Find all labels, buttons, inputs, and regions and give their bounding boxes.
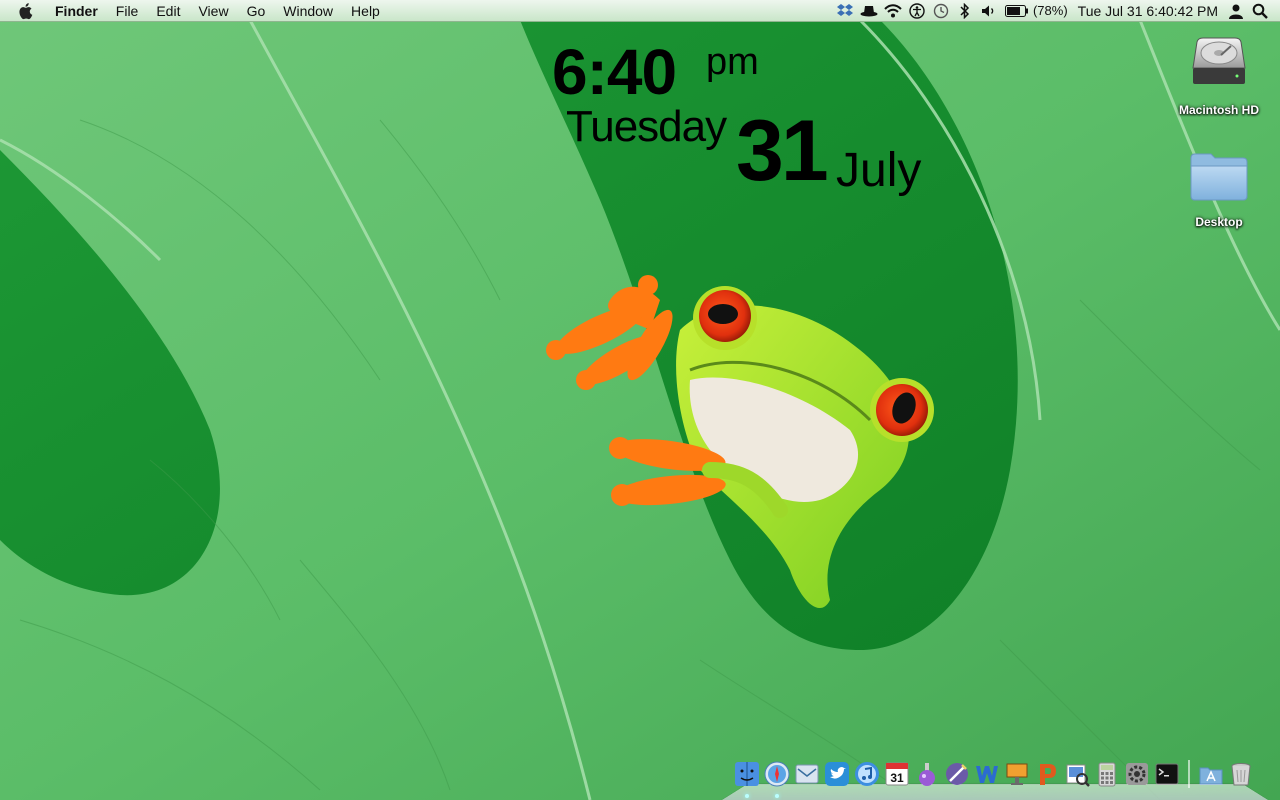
desktop-icon-label: Macintosh HD [1178, 103, 1259, 117]
clock-weekday: Tuesday [566, 102, 727, 151]
mail-icon[interactable] [794, 760, 820, 788]
keynote-icon[interactable] [1004, 760, 1030, 788]
system-preferences-icon[interactable] [1124, 760, 1150, 788]
ical-icon[interactable]: 31 [884, 760, 910, 788]
clock-ampm: pm [706, 41, 759, 83]
menu-edit[interactable]: Edit [147, 0, 189, 22]
finder-icon[interactable] [734, 760, 760, 788]
clock-time: 6:40 [552, 36, 677, 108]
trash-icon[interactable] [1228, 760, 1254, 788]
menu-go[interactable]: Go [238, 0, 275, 22]
battery-icon [1004, 4, 1028, 17]
battery-percent: (78%) [1032, 3, 1068, 18]
twitter-icon[interactable] [824, 760, 850, 788]
applications-folder-icon[interactable] [1198, 760, 1224, 788]
folder-icon [1190, 153, 1248, 201]
hard-drive-icon [1192, 37, 1246, 84]
dock-separator [1188, 760, 1190, 788]
ical-day-number: 31 [890, 771, 904, 785]
battery-status[interactable]: (78%) [1001, 3, 1072, 18]
app-menu-finder[interactable]: Finder [46, 0, 107, 22]
hat-icon[interactable] [857, 0, 881, 22]
clock-day: 31 [736, 103, 829, 199]
terminal-icon[interactable] [1154, 760, 1180, 788]
user-icon[interactable] [1224, 0, 1248, 22]
menu-bar: Finder File Edit View Go Window Help (78… [0, 0, 1280, 22]
menubar-clock[interactable]: Tue Jul 31 6:40:42 PM [1072, 0, 1224, 22]
accessibility-icon[interactable] [905, 0, 929, 22]
preview-icon[interactable] [1064, 760, 1090, 788]
sketch-icon[interactable] [944, 760, 970, 788]
bluetooth-icon[interactable] [953, 0, 977, 22]
clock-month: July [836, 144, 922, 197]
spotlight-icon[interactable] [1248, 0, 1272, 22]
calculator-icon[interactable] [1094, 760, 1120, 788]
desktop-icon-label: Desktop [1195, 215, 1243, 229]
running-indicator-safari [775, 794, 779, 798]
apple-menu-icon[interactable] [0, 0, 46, 22]
running-indicator-finder [745, 794, 749, 798]
volume-icon[interactable] [977, 0, 1001, 22]
powerpoint-icon[interactable] [1034, 760, 1060, 788]
time-machine-icon[interactable] [929, 0, 953, 22]
menu-file[interactable]: File [107, 0, 148, 22]
potion-icon[interactable] [914, 760, 940, 788]
dropbox-icon[interactable] [833, 0, 857, 22]
safari-icon[interactable] [764, 760, 790, 788]
wifi-icon[interactable] [881, 0, 905, 22]
menu-help[interactable]: Help [342, 0, 389, 22]
menu-view[interactable]: View [189, 0, 237, 22]
menu-window[interactable]: Window [274, 0, 342, 22]
desktop-icon-desktop-folder[interactable]: Desktop [1169, 144, 1269, 229]
itunes-icon[interactable] [854, 760, 880, 788]
word-icon[interactable] [974, 760, 1000, 788]
desktop-icon-macintosh-hd[interactable]: Macintosh HD [1169, 32, 1269, 117]
dock: 31 [722, 752, 1268, 800]
